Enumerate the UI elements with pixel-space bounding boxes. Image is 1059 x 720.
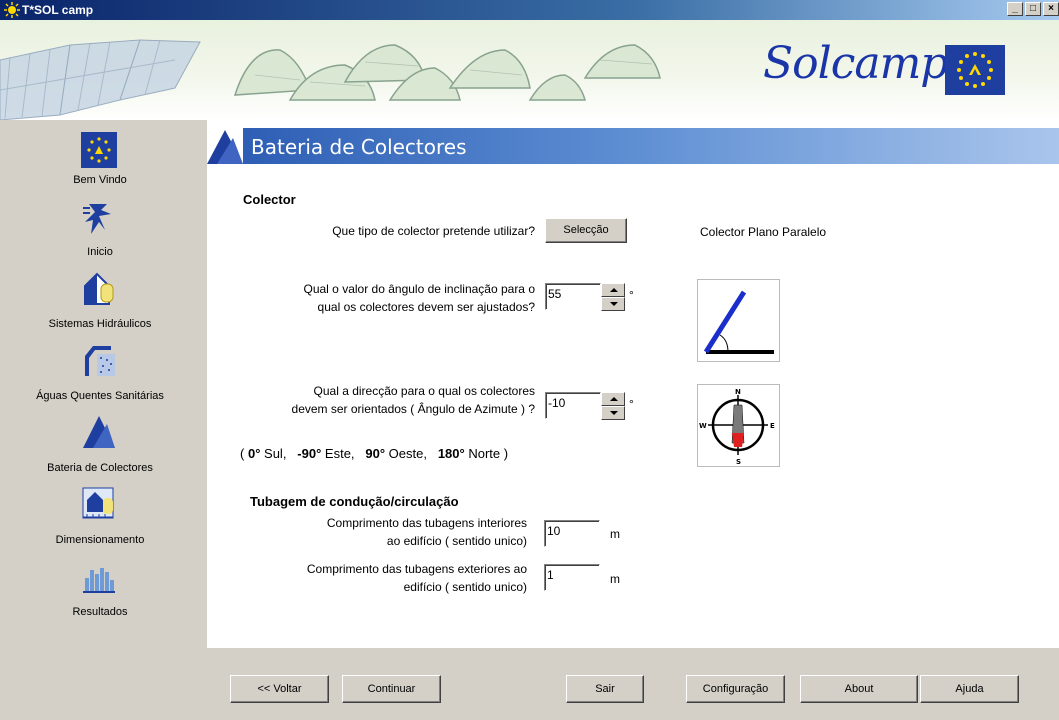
hint-south-value: 0° [247, 446, 261, 461]
azimuth-question-line2: devem ser orientados ( Ângulo de Azimute… [291, 402, 535, 416]
runner-icon [83, 204, 111, 234]
hint-north-label: Norte [468, 446, 501, 461]
hint-west-value: 90° [365, 446, 386, 461]
sidebar-item-label: Dimensionamento [55, 534, 145, 546]
selected-collector-type: Colector Plano Paralelo [700, 225, 827, 239]
eu-flag-icon [945, 45, 1005, 95]
help-button[interactable]: Ajuda [920, 675, 1019, 703]
blueprint-icon [82, 487, 114, 519]
sidebar-item-resultados[interactable]: Resultados [0, 558, 207, 622]
tilt-question-line2: qual os colectores devem ser ajustados? [317, 300, 535, 314]
sidebar-item-label: Sistemas Hidráulicos [48, 318, 152, 330]
sidebar-item-label: Bem Vindo [73, 174, 127, 186]
stepper-down-button[interactable] [601, 406, 625, 420]
page-title: Bateria de Colectores [251, 135, 467, 159]
minimize-button[interactable]: _ [1007, 2, 1023, 16]
collector-type-question: Que tipo de colector pretende utilizar? [332, 224, 535, 238]
compass-west-label: W [699, 422, 707, 430]
about-button[interactable]: About [800, 675, 918, 703]
hint-west-label: Oeste, [388, 446, 427, 461]
exit-button[interactable]: Sair [566, 675, 644, 703]
sidebar-item-sistemas-hidraulicos[interactable]: Sistemas Hidráulicos [0, 270, 207, 332]
solcamp-logo: Solcamp [763, 38, 948, 89]
maximize-button[interactable]: □ [1025, 2, 1041, 16]
tilt-unit: ° [629, 288, 634, 302]
sidebar-item-dimensionamento[interactable]: Dimensionamento [0, 486, 207, 550]
azimuth-angle-input[interactable]: -10 [545, 392, 601, 419]
chart-icon [83, 568, 115, 593]
interior-length-input[interactable]: 10 [544, 520, 600, 547]
exterior-length-line2: edifício ( sentido unico) [403, 580, 527, 594]
exterior-length-input[interactable]: 1 [544, 564, 600, 591]
sidebar-item-bem-vindo[interactable]: Bem Vindo [0, 132, 207, 190]
window-title-bar[interactable]: T*SOL camp _ □ × [0, 0, 1059, 20]
compass-illustration: N S E W [699, 388, 775, 466]
solar-panels-tents-illustration [0, 39, 661, 120]
compass-diagram: N S E W [697, 384, 780, 467]
sidebar-item-label: Inicio [87, 246, 113, 258]
hint-east-label: Este, [324, 446, 355, 461]
azimuth-unit: ° [629, 397, 634, 411]
collector-icon [207, 128, 243, 164]
back-button[interactable]: << Voltar [230, 675, 329, 703]
exterior-length-line1: Comprimento das tubagens exteriores ao [306, 562, 527, 576]
compass-south-label: S [736, 458, 741, 466]
stepper-up-button[interactable] [601, 283, 625, 297]
shower-icon [85, 346, 115, 376]
continue-button[interactable]: Continuar [342, 675, 441, 703]
collector-icon [83, 416, 115, 448]
tilt-angle-input[interactable]: 55 [545, 283, 601, 310]
window-title: T*SOL camp [22, 3, 94, 17]
tilt-question-line1: Qual o valor do ângulo de inclinação par… [303, 282, 536, 296]
sidebar-item-bateria-colectores[interactable]: Bateria de Colectores [0, 414, 207, 478]
interior-length-line2: ao edifício ( sentido unico) [386, 534, 527, 548]
eu-stars-icon [81, 132, 117, 168]
sidebar-item-aguas-quentes[interactable]: Águas Quentes Sanitárias [0, 342, 207, 404]
main-panel: Bateria de Colectores Colector Que tipo … [207, 120, 1059, 648]
sidebar-nav: Bem Vindo Inicio Sistemas Hidráulicos Ág… [0, 120, 207, 720]
header-banner: Solcamp [0, 20, 1059, 120]
hint-north-value: 180° [437, 446, 465, 461]
select-collector-button[interactable]: Selecção [545, 218, 627, 243]
page-header: Bateria de Colectores [207, 128, 1059, 164]
interior-length-line1: Comprimento das tubagens interiores [326, 516, 527, 530]
tilt-angle-diagram [697, 279, 780, 362]
hint-south-label: Sul, [264, 446, 287, 461]
configuration-button[interactable]: Configuração [686, 675, 785, 703]
sidebar-item-label: Águas Quentes Sanitárias [36, 390, 164, 402]
piping-section-title: Tubagem de condução/circulação [250, 494, 459, 509]
compass-north-label: N [735, 388, 741, 396]
azimuth-question-line1: Qual a direcção para o qual os colectore… [313, 384, 535, 398]
stepper-down-button[interactable] [601, 297, 625, 311]
hint-paren-close: ) [503, 446, 509, 461]
stepper-up-button[interactable] [601, 392, 625, 406]
tilt-angle-illustration [703, 290, 774, 354]
collector-section-title: Colector [243, 192, 296, 207]
compass-east-label: E [770, 422, 775, 430]
hint-paren-open: ( [240, 446, 245, 461]
exterior-length-unit: m [610, 572, 620, 586]
house-tank-icon [84, 272, 114, 305]
sidebar-item-label: Bateria de Colectores [47, 462, 153, 474]
hint-east-value: -90° [297, 446, 322, 461]
close-button[interactable]: × [1043, 2, 1059, 16]
azimuth-hint: ( 0° Sul, -90° Este, 90° Oeste, 180° Nor… [240, 446, 508, 461]
sidebar-item-label: Resultados [72, 606, 128, 618]
interior-length-unit: m [610, 527, 620, 541]
sidebar-item-inicio[interactable]: Inicio [0, 200, 207, 260]
sun-app-icon [4, 2, 20, 18]
